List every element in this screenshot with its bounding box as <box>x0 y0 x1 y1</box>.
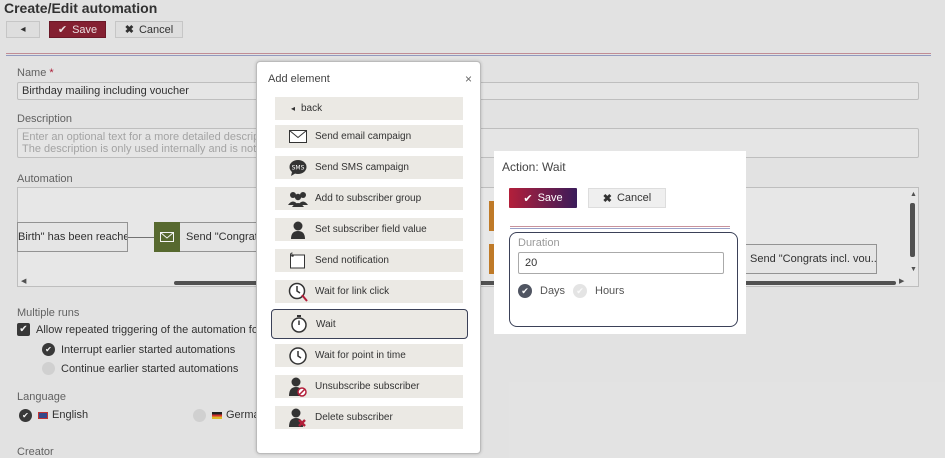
stopwatch-icon <box>288 314 310 334</box>
action-divider <box>510 226 730 227</box>
svg-text:SMS: SMS <box>292 164 305 171</box>
duration-input[interactable]: 20 <box>518 252 724 274</box>
hours-label: Hours <box>595 285 625 297</box>
back-arrow-icon: ◂ <box>290 104 295 113</box>
action-panel-title: Action: Wait <box>502 160 566 174</box>
element-wait-for-link-click[interactable]: Wait for link click <box>275 280 463 303</box>
action-cancel-button[interactable]: ✖ Cancel <box>588 188 666 208</box>
notification-icon <box>287 251 309 271</box>
action-wait-panel: Action: Wait ✔ Save ✖ Cancel Duration 20… <box>494 151 746 334</box>
close-icon[interactable]: × <box>465 72 472 86</box>
checkmark-icon: ✔ <box>521 285 529 296</box>
dialog-title: Add element <box>268 73 330 85</box>
hours-radio[interactable]: ✔ <box>573 284 587 298</box>
element-delete-subscriber[interactable]: Delete subscriber <box>275 406 463 429</box>
x-icon: ✖ <box>602 192 612 205</box>
action-save-button[interactable]: ✔ Save <box>509 188 577 208</box>
element-send-notification[interactable]: Send notification <box>275 249 463 272</box>
unsubscribe-icon <box>287 377 309 397</box>
element-unsubscribe-subscriber[interactable]: Unsubscribe subscriber <box>275 375 463 398</box>
clock-link-icon <box>287 282 309 302</box>
checkmark-icon: ✔ <box>576 285 584 296</box>
duration-section: Duration 20 ✔ Days ✔ Hours <box>509 232 738 327</box>
group-icon <box>287 189 309 209</box>
element-wait[interactable]: Wait <box>271 309 468 339</box>
element-back[interactable]: ◂ back <box>275 97 463 120</box>
checkmark-icon: ✔ <box>523 192 533 205</box>
delete-subscriber-icon <box>287 408 309 428</box>
clock-icon <box>287 346 309 366</box>
person-icon <box>287 220 309 240</box>
days-label: Days <box>540 285 566 297</box>
element-wait-for-point-in-time[interactable]: Wait for point in time <box>275 344 463 367</box>
days-radio[interactable]: ✔ <box>518 284 532 298</box>
envelope-icon <box>287 127 309 147</box>
element-send-sms-campaign[interactable]: SMS Send SMS campaign <box>275 156 463 179</box>
element-send-email-campaign[interactable]: Send email campaign <box>275 125 463 148</box>
element-add-to-subscriber-group[interactable]: Add to subscriber group <box>275 187 463 210</box>
sms-icon: SMS <box>287 158 309 178</box>
duration-label: Duration <box>518 237 560 249</box>
action-divider-secondary <box>510 228 730 229</box>
add-element-dialog: Add element × ◂ back Send email campaign… <box>256 61 481 454</box>
element-set-subscriber-field-value[interactable]: Set subscriber field value <box>275 218 463 241</box>
